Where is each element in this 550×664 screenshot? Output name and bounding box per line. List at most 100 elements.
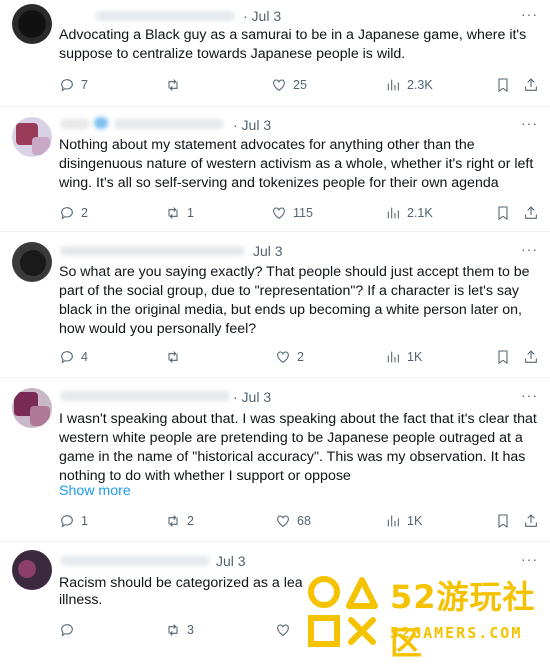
views-icon [387, 351, 399, 363]
reply-button[interactable]: 1 [59, 512, 88, 530]
tweet-actions: 1 2 68 1K [59, 512, 537, 530]
views-button[interactable]: 1K [385, 348, 422, 366]
tweet-text: Nothing about my statement advocates for… [59, 137, 534, 191]
watermark-brand: 52游玩社区 [390, 578, 536, 662]
like-count: 25 [293, 78, 307, 92]
more-icon[interactable]: ··· [521, 241, 538, 257]
author-name-blurred[interactable] [60, 119, 90, 129]
share-icon [525, 350, 537, 363]
avatar[interactable] [12, 117, 52, 157]
avatar[interactable] [12, 242, 52, 282]
reply-count: 4 [81, 350, 88, 364]
author-name-blurred[interactable] [60, 246, 245, 256]
bookmark-button[interactable] [495, 204, 511, 222]
reply-button[interactable] [59, 621, 75, 639]
views-icon [387, 79, 399, 91]
reply-icon [61, 515, 73, 528]
reply-icon [61, 351, 73, 364]
avatar[interactable] [12, 388, 52, 428]
share-button[interactable] [523, 512, 539, 530]
views-button[interactable]: 2.1K [385, 204, 433, 222]
share-icon [525, 206, 537, 219]
bookmark-button[interactable] [495, 348, 511, 366]
retweet-button[interactable] [165, 76, 187, 94]
bookmark-button[interactable] [495, 512, 511, 530]
share-button[interactable] [523, 348, 539, 366]
like-button[interactable]: 115 [271, 204, 313, 222]
retweet-icon [168, 351, 178, 363]
more-icon[interactable]: ··· [521, 551, 538, 567]
author-name-blurred[interactable] [95, 11, 235, 21]
retweet-button[interactable]: 3 [165, 621, 194, 639]
retweet-button[interactable] [165, 348, 187, 366]
like-icon [273, 79, 285, 91]
tweet-text: Advocating a Black guy as a samurai to b… [59, 27, 527, 62]
retweet-icon [168, 207, 178, 219]
tweet-2[interactable]: · Jul 3 ··· Nothing about my statement a… [0, 107, 550, 232]
like-icon [277, 515, 289, 527]
tweet-date[interactable]: · Jul 3 [233, 389, 271, 405]
like-count: 68 [297, 514, 311, 528]
tweet-actions: 2 1 115 2.1K [59, 204, 537, 222]
share-button[interactable] [523, 204, 539, 222]
tweet-4[interactable]: · Jul 3 ··· I wasn't speaking about that… [0, 378, 550, 542]
like-button[interactable] [275, 621, 291, 639]
avatar[interactable] [12, 550, 52, 590]
more-icon[interactable]: ··· [521, 387, 538, 403]
tweet-date[interactable]: · Jul 3 [233, 117, 271, 133]
views-icon [387, 515, 399, 527]
retweet-button[interactable]: 2 [165, 512, 194, 530]
views-count: 2.3K [407, 78, 433, 92]
tweet-actions: 4 2 1K [59, 348, 537, 366]
share-icon [525, 514, 537, 527]
more-icon[interactable]: ··· [521, 115, 538, 131]
tweet-text: So what are you saying exactly? That peo… [59, 264, 530, 337]
reply-button[interactable]: 2 [59, 204, 88, 222]
bookmark-icon [498, 78, 508, 92]
like-icon [277, 624, 289, 636]
show-more-link[interactable]: Show more [59, 483, 131, 499]
reply-icon [61, 624, 73, 637]
tweet-3[interactable]: Jul 3 ··· So what are you saying exactly… [0, 232, 550, 378]
reply-button[interactable]: 7 [59, 76, 88, 94]
more-icon[interactable]: ··· [521, 6, 538, 22]
tweet-date[interactable]: Jul 3 [216, 553, 246, 569]
retweet-count: 2 [187, 514, 194, 528]
share-button[interactable] [523, 76, 539, 94]
views-count: 2.1K [407, 206, 433, 220]
watermark-52gamers: 52游玩社区 52GAMERS.COM [302, 568, 550, 662]
retweet-icon [168, 79, 178, 91]
retweet-count: 3 [187, 623, 194, 637]
views-count: 1K [407, 514, 423, 528]
tweet-1[interactable]: · Jul 3 ··· Advocating a Black guy as a … [0, 0, 550, 107]
views-count: 1K [407, 350, 423, 364]
bookmark-button[interactable] [495, 76, 511, 94]
like-icon [273, 207, 285, 219]
tweet-date[interactable]: · Jul 3 [243, 8, 281, 24]
author-handle-blurred[interactable] [114, 119, 224, 129]
reply-icon [61, 207, 73, 220]
watermark-logo-icon [308, 576, 378, 647]
avatar[interactable] [12, 4, 52, 44]
author-name-blurred[interactable] [60, 391, 230, 401]
retweet-icon [168, 515, 178, 527]
bookmark-icon [498, 514, 508, 528]
tweet-date[interactable]: Jul 3 [253, 243, 283, 259]
retweet-count: 1 [187, 206, 194, 220]
reply-count: 2 [81, 206, 88, 220]
views-button[interactable]: 1K [385, 512, 422, 530]
reply-count: 7 [81, 78, 88, 92]
verified-badge-blurred [94, 117, 108, 129]
author-name-blurred[interactable] [60, 556, 210, 566]
watermark-domain: 52GAMERS.COM [390, 624, 523, 642]
retweet-button[interactable]: 1 [165, 204, 194, 222]
views-icon [387, 207, 399, 219]
tweet-actions: 7 25 2.3K [59, 76, 537, 94]
like-button[interactable]: 25 [271, 76, 307, 94]
reply-button[interactable]: 4 [59, 348, 88, 366]
bookmark-icon [498, 350, 508, 364]
views-button[interactable]: 2.3K [385, 76, 433, 94]
like-button[interactable]: 68 [275, 512, 311, 530]
reply-icon [61, 79, 73, 92]
like-button[interactable]: 2 [275, 348, 304, 366]
